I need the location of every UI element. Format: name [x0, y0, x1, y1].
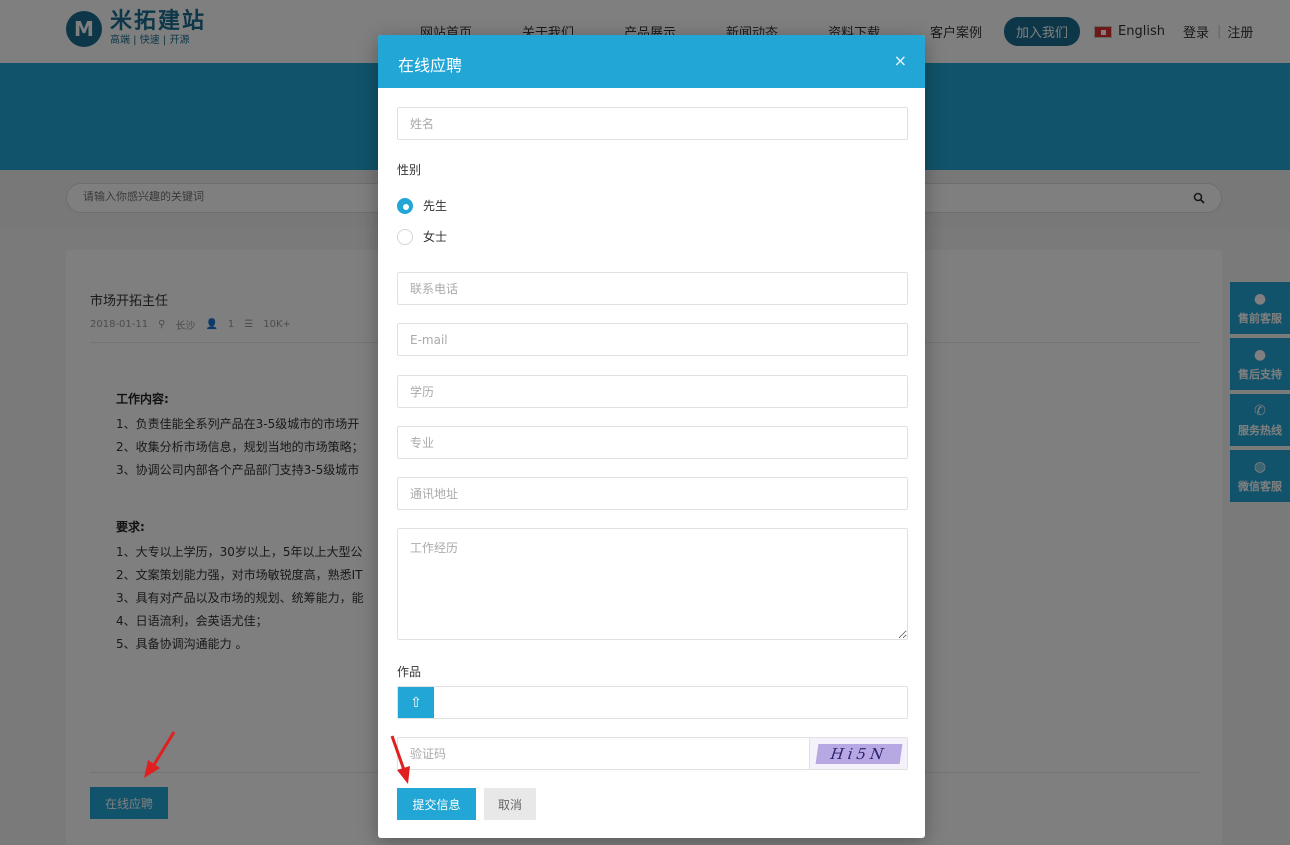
experience-field[interactable]: [397, 528, 908, 640]
address-field[interactable]: [397, 477, 908, 510]
radio-unchecked-icon[interactable]: [397, 228, 413, 245]
apply-online-modal: 在线应聘 × 性别 先生 女士 作品 ⇧ Hi5N 提交信息 取消: [378, 35, 925, 838]
close-icon[interactable]: ×: [894, 51, 907, 70]
upload-icon[interactable]: ⇧: [398, 687, 434, 718]
works-label: 作品: [397, 665, 422, 679]
modal-header: 在线应聘 ×: [378, 35, 925, 88]
captcha-text: Hi5N: [815, 743, 902, 764]
gender-option-female[interactable]: 女士: [397, 228, 447, 245]
email-field[interactable]: [397, 323, 908, 356]
gender-option-label: 先生: [423, 199, 448, 213]
red-arrow-annotation: [144, 731, 176, 778]
gender-label: 性别: [397, 163, 422, 177]
gender-option-male[interactable]: 先生: [397, 197, 447, 214]
red-arrow-annotation: [390, 735, 410, 784]
major-field[interactable]: [397, 426, 908, 459]
cancel-button[interactable]: 取消: [484, 788, 536, 820]
captcha-image[interactable]: Hi5N: [809, 738, 907, 769]
works-upload-field[interactable]: ⇧: [397, 686, 908, 719]
gender-option-label: 女士: [423, 230, 448, 244]
captcha-row: Hi5N: [397, 737, 908, 770]
modal-title: 在线应聘: [398, 56, 463, 75]
captcha-input[interactable]: [398, 738, 808, 769]
education-field[interactable]: [397, 375, 908, 408]
name-field[interactable]: [397, 107, 908, 140]
phone-field[interactable]: [397, 272, 908, 305]
radio-checked-icon[interactable]: [397, 197, 413, 214]
